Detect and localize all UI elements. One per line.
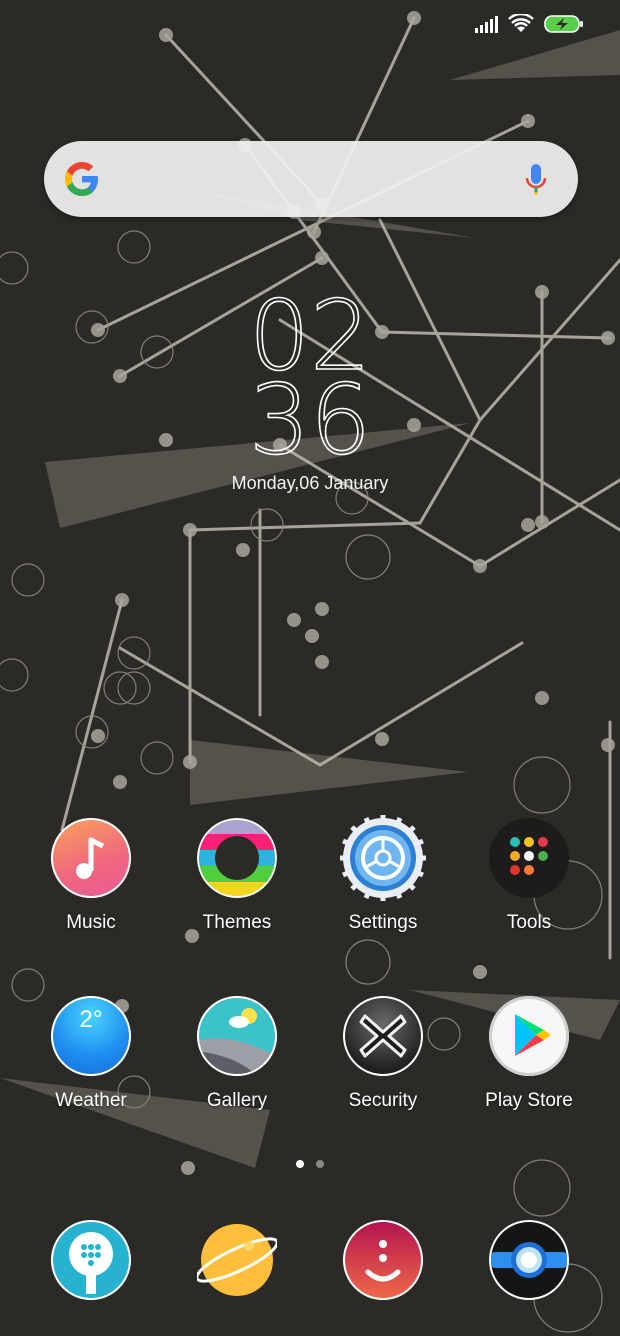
weather-app[interactable]: 2° Weather: [18, 996, 164, 1112]
wifi-icon: [508, 14, 534, 32]
page-dot[interactable]: [316, 1160, 324, 1168]
gear-icon: [340, 815, 426, 901]
clock-minute: 36: [248, 364, 372, 476]
music-app[interactable]: Music: [18, 818, 164, 934]
microphone-icon[interactable]: [524, 163, 548, 197]
status-bar: [474, 14, 584, 34]
security-icon: [343, 996, 423, 1076]
weather-icon: 2°: [51, 996, 131, 1076]
planet-icon: [195, 1220, 279, 1300]
gallery-icon: [197, 996, 277, 1076]
date-label: Monday,06 January: [231, 473, 389, 493]
battery-icon: [544, 15, 583, 33]
app-label: Gallery: [206, 1090, 268, 1111]
app-label: Settings: [348, 912, 418, 933]
security-app[interactable]: Security: [310, 996, 456, 1112]
themes-icon: [197, 818, 277, 898]
play-store-icon: [489, 996, 569, 1076]
messages-dock-app[interactable]: [310, 1220, 456, 1300]
app-label: Weather: [55, 1090, 127, 1111]
signal-icon: [475, 16, 498, 33]
google-search-bar[interactable]: [44, 141, 578, 217]
app-label: Security: [348, 1090, 418, 1111]
page-dot-active[interactable]: [296, 1160, 304, 1168]
browser-dock-app[interactable]: [164, 1220, 310, 1300]
app-label: Music: [66, 912, 116, 933]
page-indicator[interactable]: [296, 1160, 324, 1168]
smiley-icon: [343, 1220, 423, 1300]
app-label: Themes: [202, 912, 272, 933]
themes-app[interactable]: Themes: [164, 818, 310, 934]
music-note-icon: [51, 818, 131, 898]
weather-temp: 2°: [79, 1006, 103, 1033]
play-store-app[interactable]: Play Store: [456, 996, 602, 1112]
tools-app[interactable]: Tools: [456, 818, 602, 934]
camera-dock-app[interactable]: [456, 1220, 602, 1300]
settings-app[interactable]: Settings: [310, 815, 456, 934]
app-label: Play Store: [485, 1090, 573, 1111]
gallery-app[interactable]: Gallery: [164, 996, 310, 1112]
folder-icon: [489, 818, 569, 898]
camera-icon: [489, 1220, 569, 1300]
phone-dock-app[interactable]: [18, 1220, 164, 1300]
google-logo-icon: [65, 162, 98, 196]
phone-icon: [51, 1220, 131, 1300]
app-label: Tools: [506, 912, 552, 933]
